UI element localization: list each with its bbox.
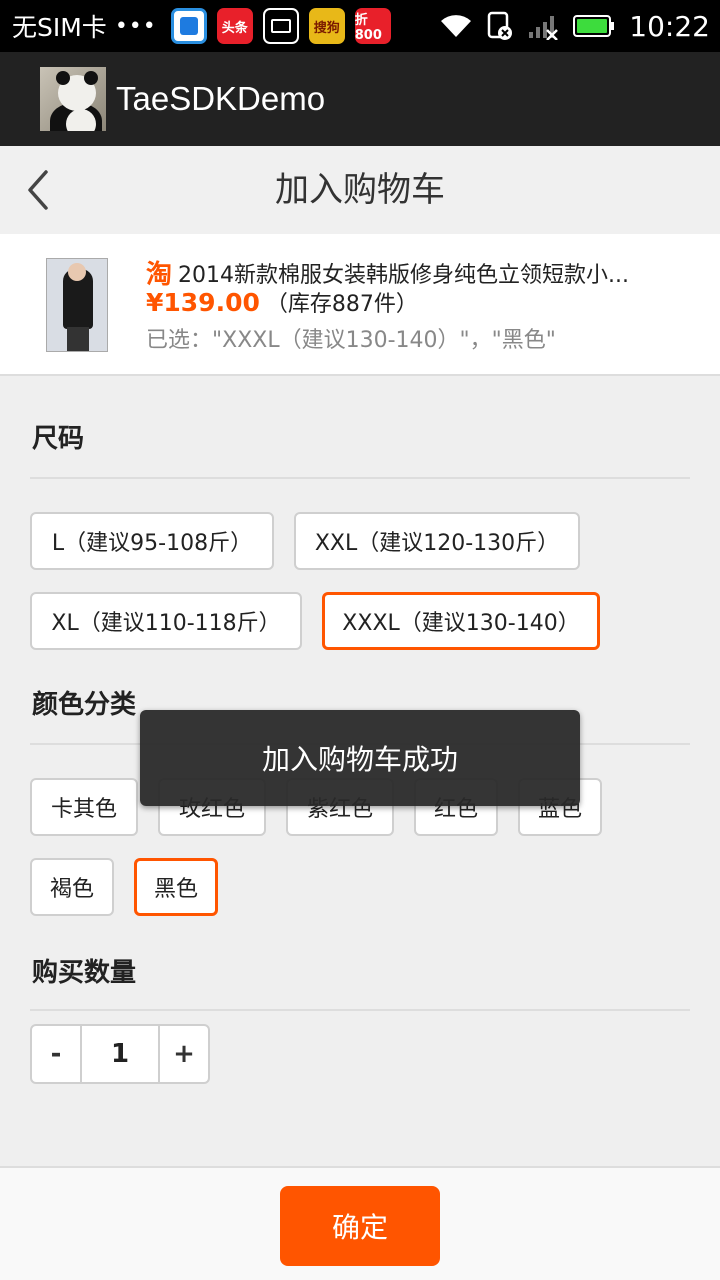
toast-message: 加入购物车成功 <box>140 710 580 806</box>
product-price: ¥139.00 <box>146 288 260 317</box>
notification-icons: 头条 搜狗 折800 <box>170 8 391 44</box>
zhe800-icon: 折800 <box>354 8 391 44</box>
app-title: TaeSDKDemo <box>116 80 326 117</box>
quantity-stepper: - 1 + <box>30 1024 210 1084</box>
battery-icon <box>573 14 615 38</box>
size-option-l[interactable]: L（建议95-108斤） <box>30 512 274 570</box>
status-bar: 无SIM卡 ••• 头条 搜狗 折800 10:22 <box>0 0 720 52</box>
toutiao-icon: 头条 <box>216 8 253 44</box>
page-header: 加入购物车 <box>0 146 720 234</box>
quantity-value[interactable]: 1 <box>80 1026 160 1082</box>
carrier-text: 无SIM卡 <box>12 13 107 42</box>
bottom-bar: 确定 <box>0 1166 720 1280</box>
product-stock: （库存887件） <box>265 292 418 317</box>
product-title: 2014新款棉服女装韩版修身纯色立领短款小... <box>178 262 629 288</box>
gallery-icon <box>262 8 299 44</box>
divider <box>30 1009 690 1011</box>
signal-icon <box>527 12 559 40</box>
product-thumbnail <box>46 258 108 352</box>
sogou-icon: 搜狗 <box>308 8 345 44</box>
page-title: 加入购物车 <box>275 170 445 210</box>
wifi-icon <box>439 13 473 39</box>
color-option-brown[interactable]: 褐色 <box>30 858 114 916</box>
size-option-xxl[interactable]: XXL（建议120-130斤） <box>294 512 580 570</box>
action-bar: TaeSDKDemo <box>0 52 720 146</box>
color-option-khaki[interactable]: 卡其色 <box>30 778 138 836</box>
color-section-title: 颜色分类 <box>32 690 137 720</box>
product-summary: 淘 2014新款棉服女装韩版修身纯色立领短款小... ¥139.00 （库存88… <box>0 234 720 376</box>
baidu-map-icon <box>170 8 207 44</box>
quantity-section-title: 购买数量 <box>32 958 137 988</box>
quantity-decrease-button[interactable]: - <box>32 1026 80 1082</box>
size-option-xxxl[interactable]: XXXL（建议130-140） <box>322 592 600 650</box>
sim-missing-icon <box>487 11 513 41</box>
selected-options-text: 已选："XXXL（建议130-140）"，"黑色" <box>146 328 556 353</box>
confirm-button[interactable]: 确定 <box>280 1186 440 1266</box>
size-option-xl[interactable]: XL（建议110-118斤） <box>30 592 302 650</box>
clock-time: 10:22 <box>629 9 710 43</box>
quantity-increase-button[interactable]: + <box>160 1026 208 1082</box>
size-section-title: 尺码 <box>32 424 85 454</box>
more-notifications-dots: ••• <box>114 13 157 39</box>
app-logo-icon <box>40 67 106 131</box>
color-option-black[interactable]: 黑色 <box>134 858 218 916</box>
divider <box>30 477 690 479</box>
